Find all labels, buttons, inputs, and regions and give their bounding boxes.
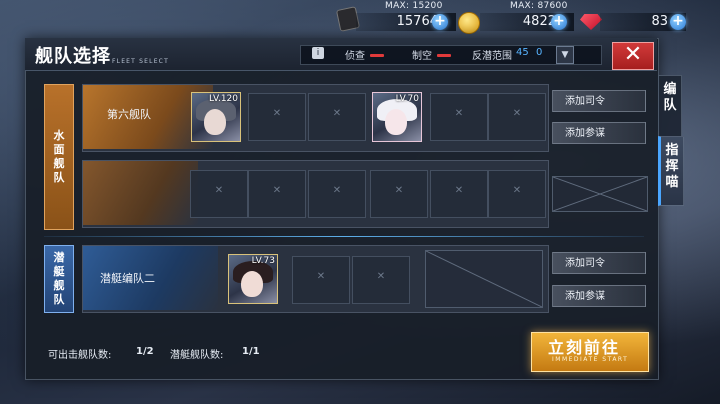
empty-ship-slot[interactable]: ✕ bbox=[308, 170, 366, 218]
tab-formation-label: 编队 bbox=[663, 82, 677, 113]
empty-slot-icon: ✕ bbox=[454, 108, 464, 119]
submarine-fleet-section-label: 潜艇舰队 bbox=[44, 245, 74, 313]
gem-icon bbox=[580, 14, 602, 30]
air-value-bar bbox=[437, 54, 451, 57]
empty-ship-slot[interactable]: ✕ bbox=[248, 93, 306, 141]
empty-slot-icon: ✕ bbox=[214, 185, 224, 196]
empty-slot-icon: ✕ bbox=[376, 271, 386, 282]
page-subtitle: FLEET SELECT bbox=[112, 58, 169, 65]
asw-min-value: 45 bbox=[516, 47, 529, 58]
ship-level: LV.120 bbox=[208, 94, 238, 104]
empty-support-slot bbox=[425, 250, 543, 308]
fleet-2-banner bbox=[83, 161, 198, 225]
section-divider bbox=[44, 236, 644, 237]
empty-slot-icon: ✕ bbox=[512, 185, 522, 196]
start-sortie-sublabel: IMMEDIATE START bbox=[552, 356, 629, 363]
empty-ship-slot[interactable]: ✕ bbox=[352, 256, 410, 304]
tab-formation[interactable]: 编队 bbox=[658, 75, 682, 137]
empty-ship-slot[interactable]: ✕ bbox=[292, 256, 350, 304]
empty-slot-cross-icon bbox=[425, 250, 543, 308]
empty-ship-slot[interactable]: ✕ bbox=[190, 170, 248, 218]
submarine-fleet-label-text: 潜艇舰队 bbox=[53, 251, 65, 306]
empty-ship-slot[interactable]: ✕ bbox=[308, 93, 366, 141]
ship-slot-1[interactable]: LV.120 bbox=[191, 92, 241, 142]
sortie-count-label: 可出击舰队数: bbox=[48, 350, 112, 361]
asw-label: 反潜范围 bbox=[472, 51, 512, 62]
page-title: 舰队选择 bbox=[35, 46, 111, 67]
sortie-count-value: 1/2 bbox=[136, 346, 154, 357]
empty-ship-slot[interactable]: ✕ bbox=[370, 170, 428, 218]
surface-fleet-section-label: 水面舰队 bbox=[44, 84, 74, 230]
empty-slot-icon: ✕ bbox=[512, 108, 522, 119]
add-oil-button[interactable]: + bbox=[432, 14, 448, 30]
sub-count-label: 潜艇舰队数: bbox=[170, 350, 224, 361]
ship-level: LV.70 bbox=[395, 94, 419, 104]
sub-count-value: 1/1 bbox=[242, 346, 260, 357]
recon-label: 侦查 bbox=[345, 51, 365, 62]
gold-coin-icon bbox=[458, 12, 480, 34]
tab-commander-cat-label: 指挥喵 bbox=[665, 143, 679, 190]
empty-slot-icon: ✕ bbox=[272, 185, 282, 196]
oil-max-label: MAX: 15200 bbox=[385, 1, 443, 11]
ship-face bbox=[204, 109, 226, 135]
fleet-name: 第六舰队 bbox=[107, 108, 151, 121]
sub-fleet-name: 潜艇编队二 bbox=[100, 272, 155, 285]
empty-ship-slot[interactable]: ✕ bbox=[488, 170, 546, 218]
empty-ship-slot[interactable]: ✕ bbox=[488, 93, 546, 141]
sub-add-commander-button[interactable]: 添加司令 bbox=[552, 252, 646, 274]
info-icon[interactable]: i bbox=[312, 47, 324, 59]
ship-face bbox=[385, 109, 407, 135]
dropdown-icon[interactable]: ▼ bbox=[556, 46, 574, 64]
empty-ship-slot[interactable]: ✕ bbox=[430, 93, 488, 141]
empty-slot-icon: ✕ bbox=[454, 185, 464, 196]
empty-slot-icon: ✕ bbox=[272, 108, 282, 119]
empty-commander-slot bbox=[552, 176, 648, 212]
recon-value-bar bbox=[370, 54, 384, 57]
close-button[interactable]: ✕ bbox=[612, 42, 654, 70]
asw-max-value: 0 bbox=[536, 47, 543, 58]
sub-ship-slot-1[interactable]: LV.73 bbox=[228, 254, 278, 304]
surface-fleet-label-text: 水面舰队 bbox=[53, 129, 65, 184]
add-gold-button[interactable]: + bbox=[551, 14, 567, 30]
empty-slot-cross-icon bbox=[552, 176, 648, 212]
empty-slot-icon: ✕ bbox=[332, 185, 342, 196]
sub-add-advisor-button[interactable]: 添加参谋 bbox=[552, 285, 646, 307]
empty-ship-slot[interactable]: ✕ bbox=[430, 170, 488, 218]
ship-face bbox=[241, 271, 263, 297]
ship-slot-4[interactable]: LV.70 bbox=[372, 92, 422, 142]
tab-commander-cat[interactable]: 指挥喵 bbox=[658, 136, 684, 206]
add-advisor-button[interactable]: 添加参谋 bbox=[552, 122, 646, 144]
empty-slot-icon: ✕ bbox=[316, 271, 326, 282]
air-label: 制空 bbox=[412, 51, 432, 62]
gold-max-label: MAX: 87600 bbox=[510, 1, 568, 11]
start-sortie-label: 立刻前往 bbox=[548, 338, 621, 357]
ship-level: LV.73 bbox=[251, 256, 275, 266]
empty-ship-slot[interactable]: ✕ bbox=[248, 170, 306, 218]
add-commander-button[interactable]: 添加司令 bbox=[552, 90, 646, 112]
empty-slot-icon: ✕ bbox=[394, 185, 404, 196]
add-gem-button[interactable]: + bbox=[670, 14, 686, 30]
empty-slot-icon: ✕ bbox=[332, 108, 342, 119]
